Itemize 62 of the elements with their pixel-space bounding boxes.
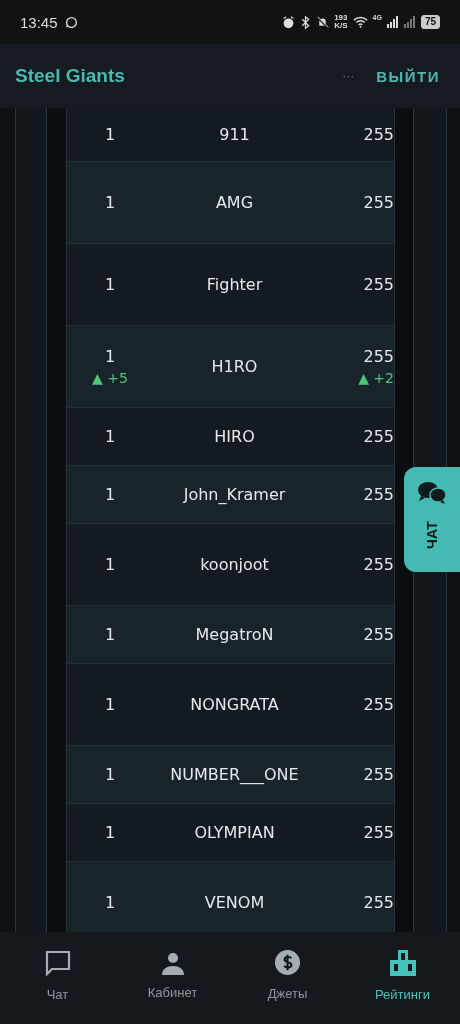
signal-icon bbox=[403, 16, 416, 28]
rank-cell: 1 bbox=[104, 625, 116, 644]
bluetooth-icon bbox=[300, 15, 312, 29]
player-name: 911 bbox=[219, 125, 250, 144]
player-name: VENOM bbox=[204, 893, 265, 912]
score-cell: 255 bbox=[363, 485, 394, 504]
nav-tab[interactable]: Чат bbox=[0, 932, 115, 1024]
player-name: NONGRATA bbox=[190, 695, 279, 714]
rank-cell: 1 bbox=[104, 275, 116, 294]
player-name: OLYMPIAN bbox=[194, 823, 275, 842]
score-cell: 255 bbox=[363, 765, 394, 784]
person-icon bbox=[160, 950, 185, 975]
whatsapp-icon bbox=[64, 15, 78, 29]
score-cell: 255 bbox=[363, 555, 394, 574]
rank-change: ▲ +5 bbox=[92, 370, 128, 386]
logout-button[interactable]: ВЫЙТИ bbox=[376, 67, 440, 85]
speed-unit: K/S bbox=[334, 22, 348, 30]
player-name: AMG bbox=[215, 193, 254, 212]
more-button[interactable]: ··· bbox=[342, 69, 355, 83]
nav-tab[interactable]: Джеты bbox=[230, 932, 345, 1024]
rank-cell: 1 bbox=[104, 823, 116, 842]
rank-cell: 1 bbox=[104, 427, 116, 446]
rank-cell: 1 bbox=[104, 347, 116, 366]
score-cell: 255 bbox=[363, 625, 394, 644]
score-cell: 255 bbox=[363, 275, 394, 294]
score-cell: 255 bbox=[363, 695, 394, 714]
player-name: NUMBER___ONE bbox=[170, 765, 299, 784]
rank-cell: 1 bbox=[104, 125, 116, 144]
player-name: HIRO bbox=[214, 427, 255, 446]
dollar-coin-icon bbox=[274, 949, 301, 976]
score-cell: 255 bbox=[363, 347, 394, 366]
score-cell: 255 bbox=[363, 823, 394, 842]
player-name: koonjoot bbox=[200, 555, 269, 574]
alarm-icon bbox=[282, 15, 296, 29]
rank-cell: 1 bbox=[104, 555, 116, 574]
score-change: ▲ +2 bbox=[358, 370, 394, 386]
chat-tab[interactable]: ЧАТ bbox=[404, 467, 460, 572]
podium-icon bbox=[388, 948, 417, 977]
nav-tab[interactable]: Кабинет bbox=[115, 932, 230, 1024]
app-title: Steel Giants bbox=[15, 65, 125, 87]
score-cell: 255 bbox=[363, 427, 394, 446]
speed-value: 193 bbox=[334, 14, 348, 22]
rank-cell: 1 bbox=[104, 485, 116, 504]
score-cell: 255 bbox=[363, 193, 394, 212]
nav-tab[interactable]: Рейтинги bbox=[345, 932, 460, 1024]
chat-bubbles-icon bbox=[417, 481, 447, 505]
chat-icon bbox=[43, 948, 72, 977]
muted-bell-icon bbox=[316, 15, 330, 29]
rank-cell: 1 bbox=[104, 765, 116, 784]
rank-cell: 1 bbox=[104, 193, 116, 212]
clock: 13:45 bbox=[20, 13, 58, 31]
rank-cell: 1 bbox=[104, 893, 116, 912]
wifi-icon bbox=[352, 16, 368, 28]
rank-cell: 1 bbox=[104, 695, 116, 714]
signal-icon bbox=[386, 16, 399, 28]
player-name: MegatroN bbox=[195, 625, 274, 644]
player-name: H1RO bbox=[211, 357, 258, 376]
score-cell: 255 bbox=[363, 125, 394, 144]
player-name: Fighter bbox=[206, 275, 263, 294]
battery-level: 75 bbox=[420, 15, 440, 29]
player-name: John_Kramer bbox=[183, 485, 286, 504]
score-cell: 255 bbox=[363, 893, 394, 912]
